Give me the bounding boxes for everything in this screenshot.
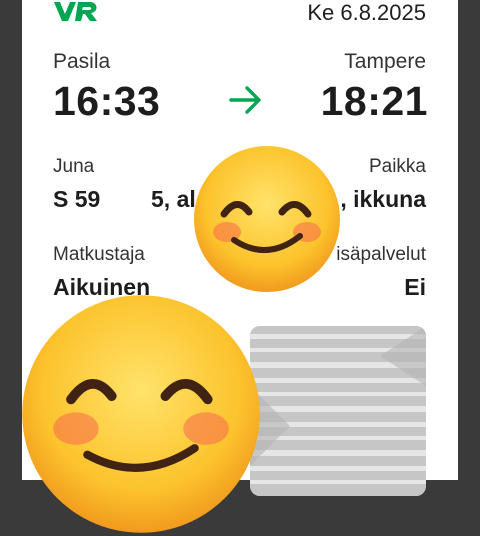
seat-value: , ikkuna [340, 186, 426, 212]
carriage-value: 5, al [151, 186, 196, 212]
arrival-station: Tampere [344, 50, 426, 73]
qr-code-icon[interactable] [250, 326, 426, 496]
smiling-face-with-smiling-eyes-icon [22, 295, 260, 533]
passenger-label: Matkustaja [53, 244, 145, 265]
arrow-right-icon [229, 86, 261, 114]
train-number: S 59 [53, 186, 101, 212]
smiling-face-with-smiling-eyes-icon [194, 146, 340, 292]
extra-services-label: isäpalvelut [336, 244, 426, 265]
departure-station: Pasila [53, 50, 111, 73]
arrival-time: 18:21 [320, 78, 428, 124]
train-label: Juna [53, 156, 95, 177]
travel-date: Ke 6.8.2025 [307, 0, 426, 25]
extra-services-value: Ei [404, 274, 426, 300]
vr-logo [54, 2, 97, 21]
departure-time: 16:33 [53, 78, 161, 124]
seat-label: Paikka [368, 156, 426, 177]
